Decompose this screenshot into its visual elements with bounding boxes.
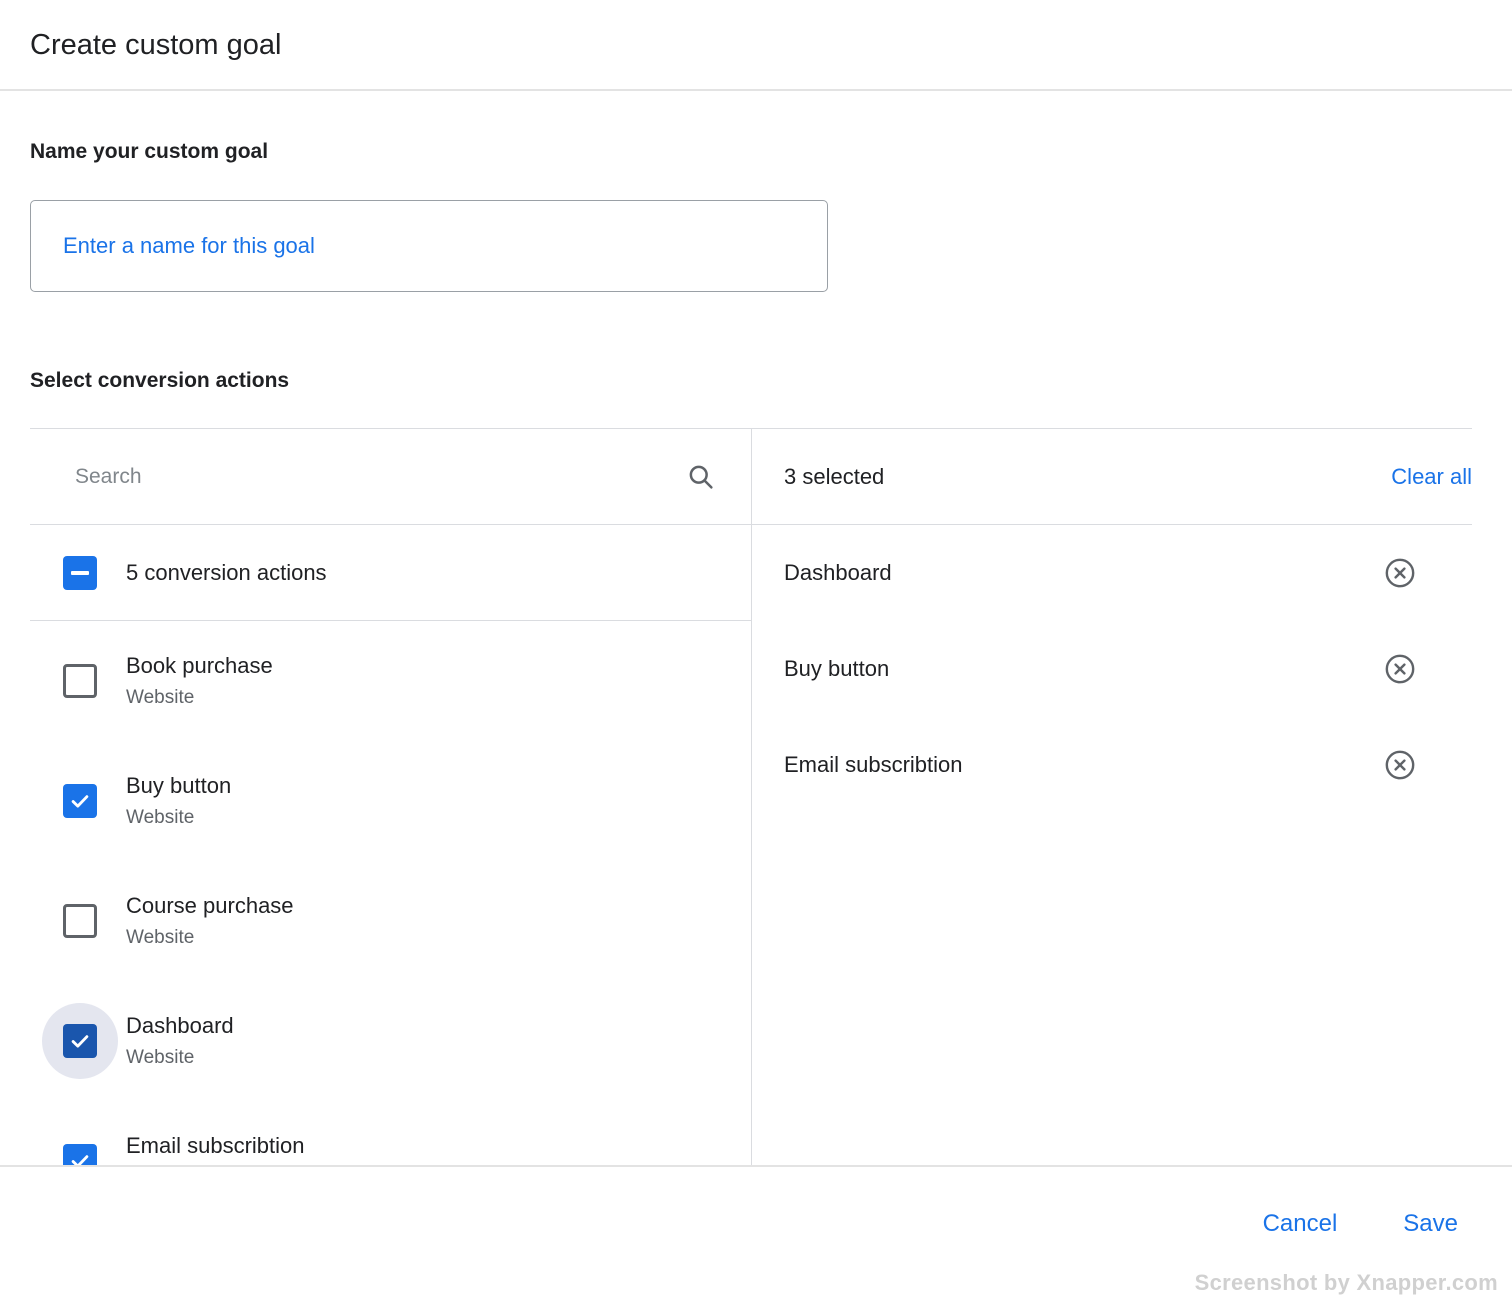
available-actions-pane: 5 conversion actions Book purchase Websi… — [30, 429, 751, 1166]
action-subtitle: Website — [126, 685, 273, 711]
goal-name-input[interactable] — [63, 232, 795, 260]
clear-all-button[interactable]: Clear all — [1391, 457, 1472, 497]
action-subtitle: Website — [126, 925, 294, 951]
checkbox-checked-icon — [63, 784, 97, 818]
search-row — [30, 429, 751, 524]
save-button[interactable]: Save — [1389, 1201, 1472, 1247]
selected-header: 3 selected Clear all — [752, 429, 1472, 524]
selected-item-label: Email subscribtion — [784, 751, 963, 779]
create-custom-goal-dialog: Create custom goal Name your custom goal… — [0, 0, 1512, 1302]
action-text: Book purchase Website — [126, 651, 273, 711]
search-input[interactable] — [75, 464, 679, 490]
select-all-row[interactable]: 5 conversion actions — [30, 525, 751, 620]
conversion-action-list: Book purchase Website — [30, 621, 751, 1166]
dual-select-panels: 5 conversion actions Book purchase Websi… — [30, 428, 1472, 1166]
goal-name-field[interactable] — [30, 200, 828, 292]
selected-item: Dashboard — [752, 525, 1472, 621]
selected-actions-pane: 3 selected Clear all Dashboard — [752, 429, 1472, 1166]
checkbox-indeterminate-icon — [63, 556, 97, 590]
action-checkbox[interactable] — [63, 1024, 97, 1058]
checkbox-unchecked-icon — [63, 904, 97, 938]
action-title: Buy button — [126, 771, 231, 801]
selected-item: Buy button — [752, 621, 1472, 717]
list-item[interactable]: Email subscribtion Website — [30, 1101, 751, 1166]
list-item[interactable]: Book purchase Website — [30, 621, 751, 741]
selected-item-label: Dashboard — [784, 559, 892, 587]
action-subtitle: Website — [126, 805, 231, 831]
cancel-button[interactable]: Cancel — [1249, 1201, 1352, 1247]
checkbox-checked-icon — [63, 1144, 97, 1166]
remove-circle-icon[interactable] — [1380, 745, 1420, 785]
select-all-checkbox[interactable] — [63, 556, 97, 590]
selected-items-list: Dashboard Buy button — [752, 525, 1472, 1166]
page-title: Create custom goal — [30, 28, 281, 62]
action-title: Email subscribtion — [126, 1131, 305, 1161]
name-section-label: Name your custom goal — [30, 139, 268, 165]
action-title: Book purchase — [126, 651, 273, 681]
remove-circle-icon[interactable] — [1380, 553, 1420, 593]
dialog-body: Name your custom goal Select conversion … — [0, 91, 1512, 1166]
action-checkbox[interactable] — [63, 1144, 97, 1166]
action-text: Dashboard Website — [126, 1011, 234, 1071]
select-all-label: 5 conversion actions — [126, 559, 327, 587]
list-item[interactable]: Dashboard Website — [30, 981, 751, 1101]
watermark: Screenshot by Xnapper.com — [1195, 1270, 1498, 1296]
action-text: Buy button Website — [126, 771, 231, 831]
action-checkbox[interactable] — [63, 664, 97, 698]
selected-item: Email subscribtion — [752, 717, 1472, 813]
checkbox-unchecked-icon — [63, 664, 97, 698]
action-title: Course purchase — [126, 891, 294, 921]
checkbox-checked-icon — [63, 1024, 97, 1058]
dialog-header: Create custom goal — [0, 0, 1512, 90]
list-item[interactable]: Course purchase Website — [30, 861, 751, 981]
action-title: Dashboard — [126, 1011, 234, 1041]
action-checkbox[interactable] — [63, 784, 97, 818]
remove-circle-icon[interactable] — [1380, 649, 1420, 689]
selected-item-label: Buy button — [784, 655, 889, 683]
action-checkbox[interactable] — [63, 904, 97, 938]
conversion-actions-section-label: Select conversion actions — [30, 368, 289, 394]
selected-count-label: 3 selected — [784, 463, 884, 491]
list-item[interactable]: Buy button Website — [30, 741, 751, 861]
search-icon[interactable] — [679, 455, 723, 499]
action-text: Course purchase Website — [126, 891, 294, 951]
action-text: Email subscribtion Website — [126, 1131, 305, 1166]
action-subtitle: Website — [126, 1045, 234, 1071]
